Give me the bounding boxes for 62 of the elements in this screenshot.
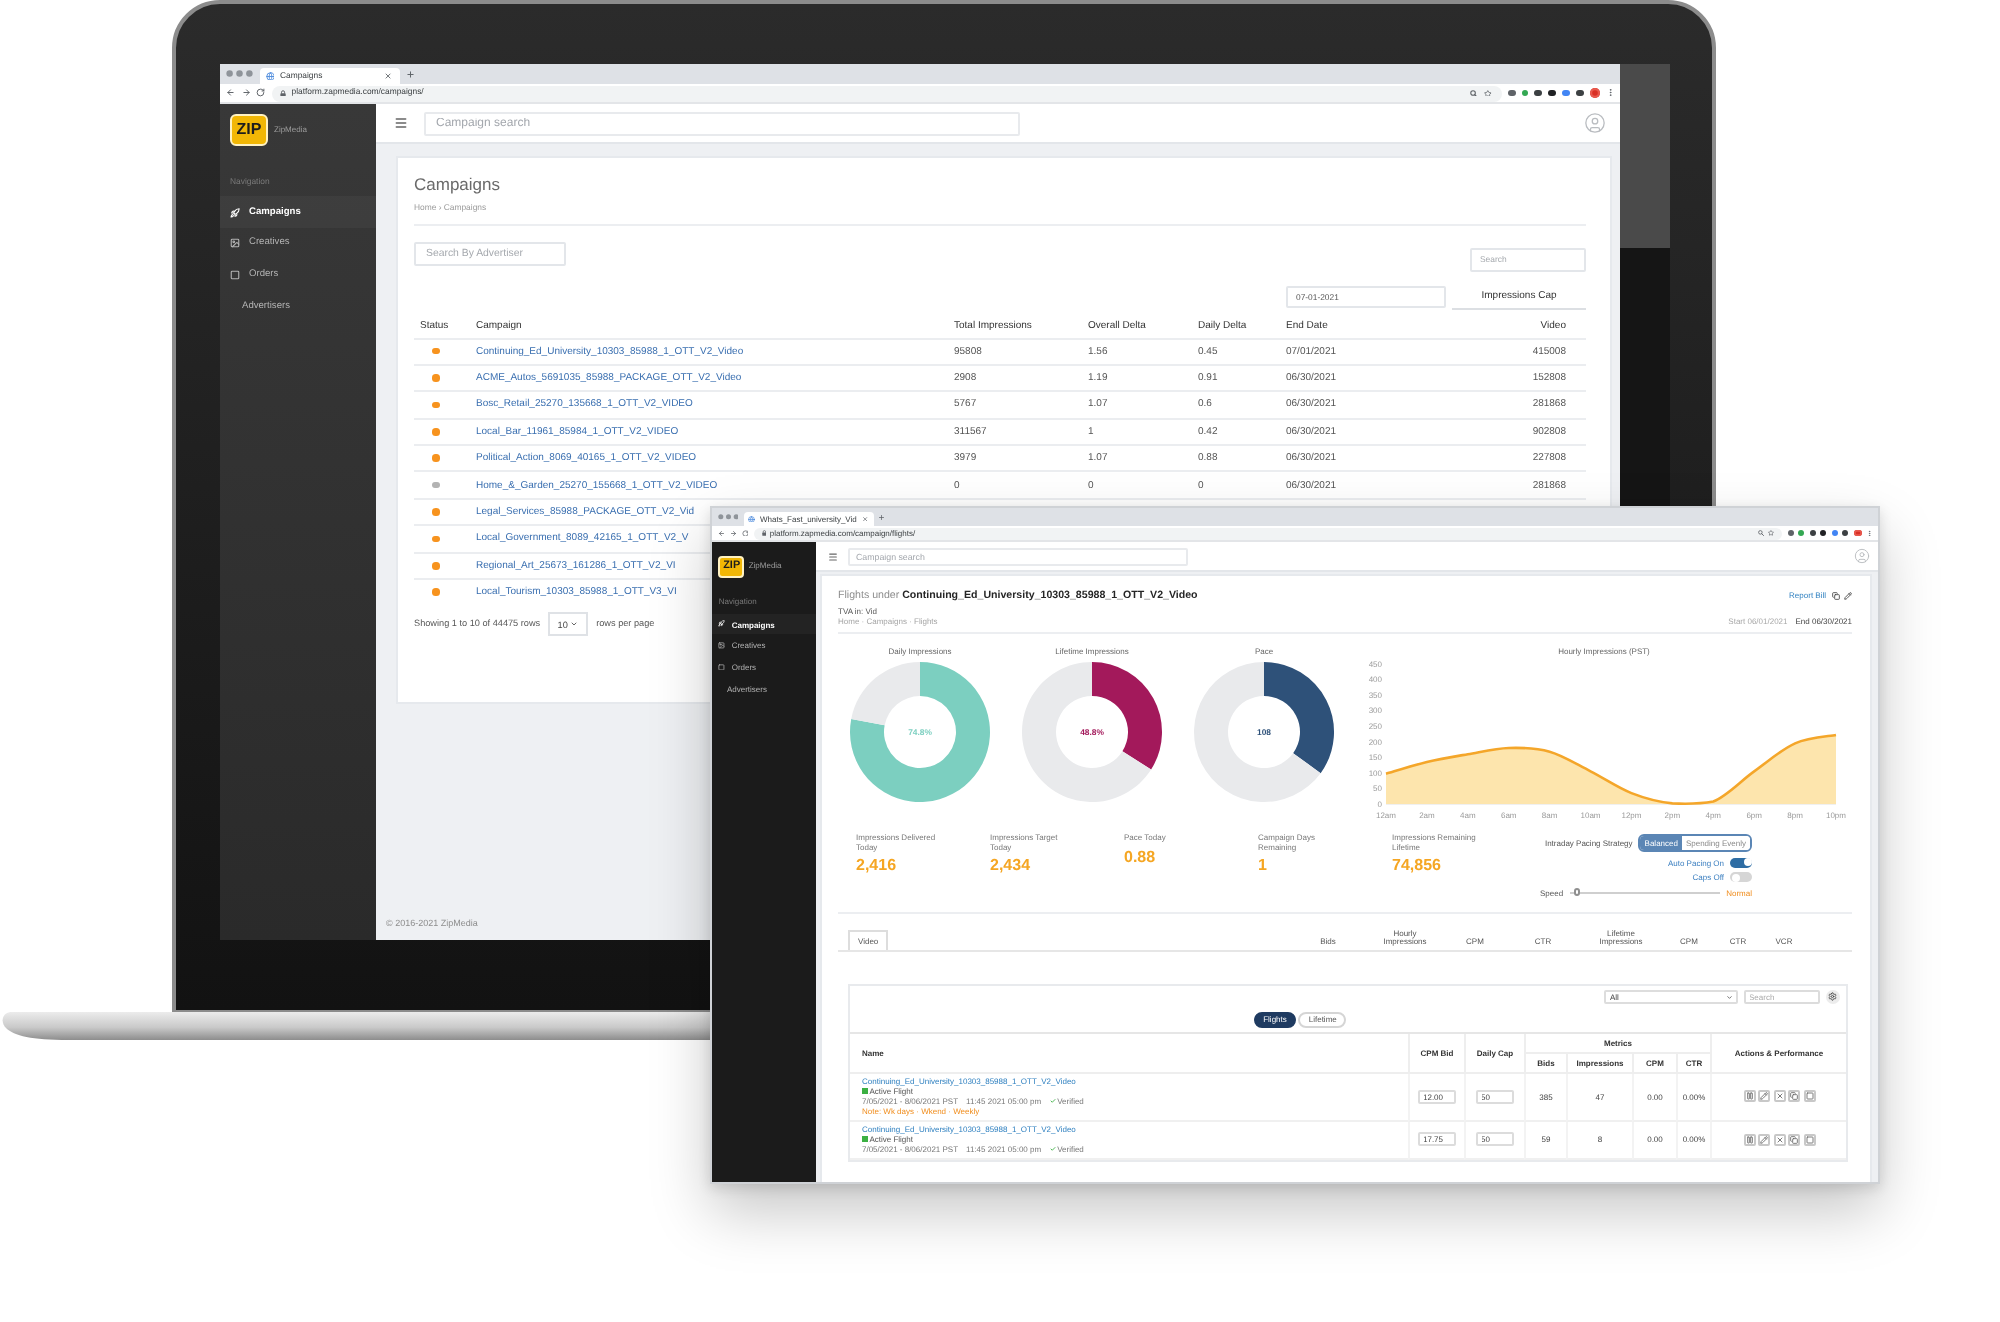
action-button[interactable] bbox=[1803, 1133, 1815, 1146]
profile-icon[interactable] bbox=[1589, 88, 1599, 98]
menu-icon[interactable] bbox=[828, 551, 838, 561]
check-icon bbox=[1049, 1146, 1056, 1153]
stat-value: 0.88 bbox=[1124, 847, 1156, 866]
user-avatar-icon[interactable] bbox=[1584, 112, 1606, 134]
action-button[interactable] bbox=[1743, 1090, 1755, 1103]
action-button[interactable] bbox=[1743, 1133, 1755, 1146]
globe-icon bbox=[265, 71, 274, 81]
forward-icon[interactable] bbox=[241, 88, 250, 98]
back-icon[interactable] bbox=[226, 88, 235, 98]
back-icon[interactable] bbox=[717, 529, 724, 537]
pencil-icon bbox=[1760, 1092, 1768, 1101]
copy-icon bbox=[1790, 1092, 1798, 1101]
pencil-icon bbox=[1760, 1135, 1768, 1144]
window-controls-icon[interactable] bbox=[717, 514, 738, 520]
toggle-switch[interactable] bbox=[1730, 872, 1752, 882]
image-icon bbox=[718, 642, 726, 649]
reload-icon[interactable] bbox=[741, 529, 748, 537]
check-icon bbox=[1049, 1098, 1056, 1105]
globe-icon bbox=[748, 515, 755, 523]
action-button[interactable] bbox=[1773, 1133, 1785, 1146]
rocket-icon bbox=[718, 620, 726, 628]
action-button[interactable] bbox=[1803, 1090, 1815, 1103]
brand-logo: ZIP bbox=[230, 114, 268, 146]
copy-icon bbox=[1790, 1135, 1798, 1144]
reload-icon[interactable] bbox=[256, 88, 265, 98]
stat-value: 2,434 bbox=[990, 856, 1031, 875]
copy-icon[interactable] bbox=[1831, 591, 1839, 599]
pause-icon bbox=[1745, 1092, 1753, 1101]
rocket-icon bbox=[230, 207, 240, 218]
square-icon bbox=[230, 270, 240, 281]
star-icon[interactable] bbox=[1768, 530, 1775, 536]
lock-icon bbox=[280, 89, 287, 97]
stat-value: 74,856 bbox=[1392, 856, 1441, 875]
user-avatar-icon[interactable] bbox=[1854, 548, 1870, 564]
page-title: Campaigns bbox=[414, 174, 500, 194]
search-icon[interactable] bbox=[1757, 530, 1764, 536]
action-button[interactable] bbox=[1788, 1090, 1800, 1103]
stat-value: 2,416 bbox=[856, 856, 897, 875]
close-icon[interactable] bbox=[861, 515, 869, 523]
image-icon bbox=[230, 238, 240, 249]
action-button[interactable] bbox=[1758, 1090, 1770, 1103]
profile-icon[interactable] bbox=[1853, 529, 1861, 537]
window-controls-icon[interactable] bbox=[226, 70, 253, 78]
action-button[interactable] bbox=[1773, 1090, 1785, 1103]
toggle-switch[interactable] bbox=[1730, 857, 1752, 867]
action-button[interactable] bbox=[1788, 1133, 1800, 1146]
square-icon bbox=[1805, 1092, 1813, 1101]
search-icon[interactable] bbox=[1470, 89, 1479, 97]
menu-icon[interactable] bbox=[394, 116, 408, 130]
close-icon[interactable] bbox=[384, 71, 393, 81]
settings-button[interactable] bbox=[1826, 990, 1840, 1005]
lock-icon bbox=[761, 530, 766, 536]
pencil-icon[interactable] bbox=[1844, 591, 1852, 599]
stat-value: 1 bbox=[1258, 856, 1267, 875]
pause-icon bbox=[1745, 1135, 1753, 1144]
action-button[interactable] bbox=[1758, 1133, 1770, 1146]
star-icon[interactable] bbox=[1484, 89, 1492, 97]
settings-icon bbox=[1828, 992, 1838, 1002]
square-icon bbox=[1805, 1135, 1813, 1144]
slider-thumb[interactable] bbox=[1573, 888, 1580, 896]
